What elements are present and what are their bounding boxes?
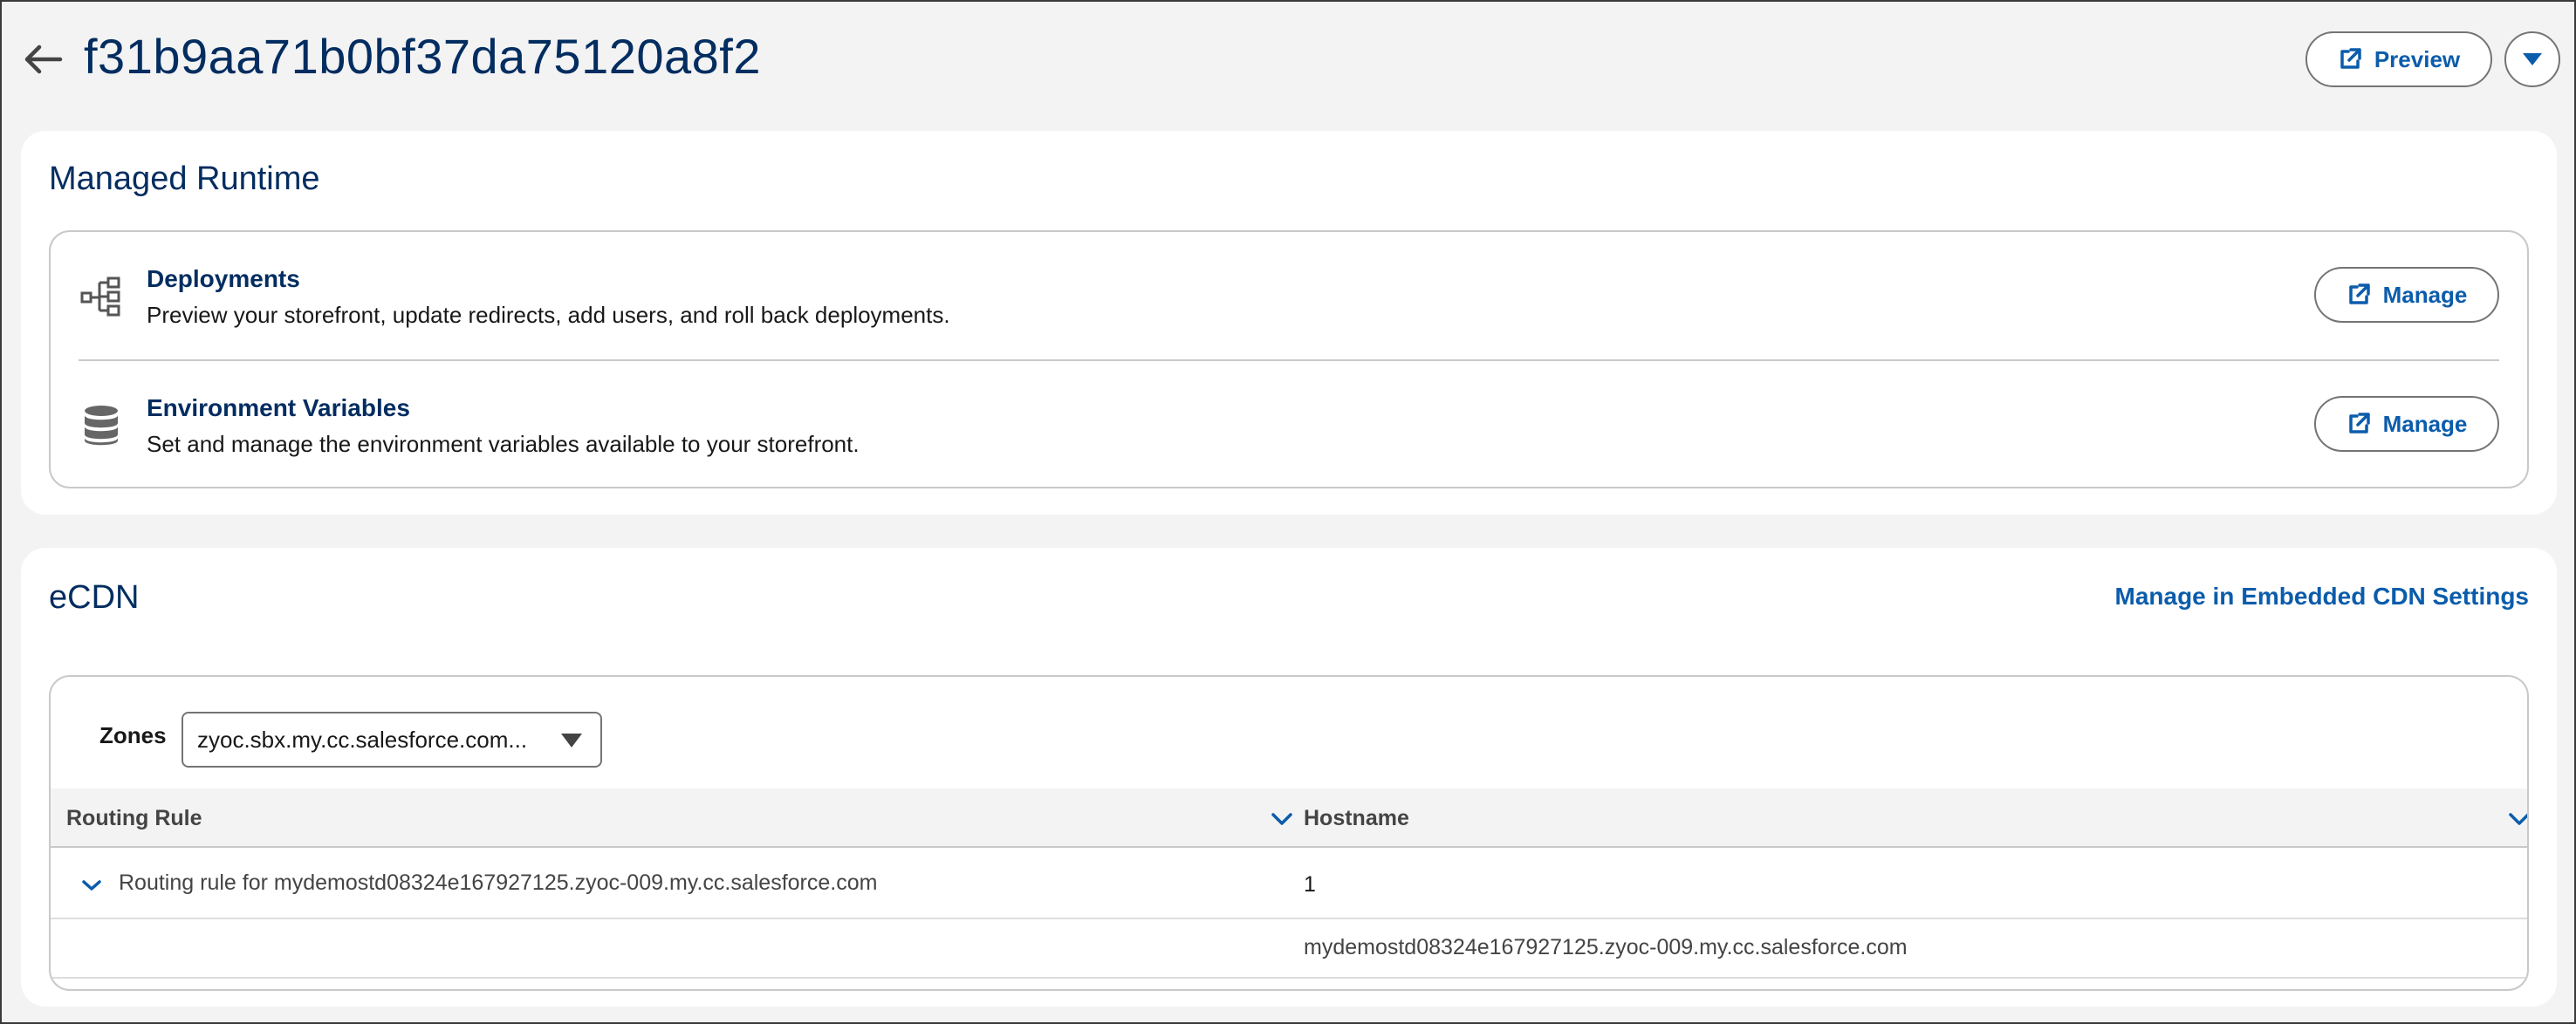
env-vars-description: Set and manage the environment variables…: [147, 431, 860, 457]
hostname-column-menu-icon[interactable]: [2504, 804, 2527, 834]
external-link-icon: [2348, 283, 2370, 304]
external-link-icon: [2340, 48, 2361, 69]
managed-runtime-card: Managed Runtime Deployments Preview your…: [21, 131, 2557, 515]
page-title: f31b9aa71b0bf37da75120a8f2: [84, 29, 761, 84]
deployments-manage-button[interactable]: Manage: [2314, 267, 2499, 323]
chevron-down-icon[interactable]: [77, 870, 106, 900]
zones-select[interactable]: zyoc.sbx.my.cc.salesforce.com...: [182, 712, 602, 768]
manage-button-label: Manage: [2382, 281, 2468, 308]
deployments-title: Deployments: [147, 265, 300, 292]
table-row: mydemostd08324e167927125.zyoc-009.my.cc.…: [51, 921, 2527, 979]
environment-variables-row: Environment Variables Set and manage the…: [51, 361, 2527, 488]
zones-selected-value: zyoc.sbx.my.cc.salesforce.com...: [197, 726, 528, 753]
preview-button[interactable]: Preview: [2305, 31, 2492, 87]
table-header: Routing Rule Hostname: [51, 788, 2527, 848]
table-row: Routing rule for mydemostd08324e16792712…: [51, 850, 2527, 919]
env-vars-manage-button[interactable]: Manage: [2314, 396, 2499, 452]
env-vars-title: Environment Variables: [147, 394, 410, 421]
hierarchy-icon: [77, 272, 126, 321]
managed-runtime-title: Managed Runtime: [49, 160, 320, 197]
runtime-list: Deployments Preview your storefront, upd…: [49, 230, 2529, 488]
ecdn-zones-panel: Zones zyoc.sbx.my.cc.salesforce.com... R…: [49, 675, 2529, 991]
deployments-row: Deployments Preview your storefront, upd…: [51, 232, 2527, 359]
database-icon: [77, 401, 126, 450]
hostname-cell: 1: [1304, 872, 1316, 897]
deployments-description: Preview your storefront, update redirect…: [147, 302, 950, 328]
preview-button-label: Preview: [2374, 45, 2461, 72]
caret-down-icon: [561, 734, 582, 748]
more-actions-button[interactable]: [2504, 31, 2560, 87]
back-arrow-icon[interactable]: [17, 35, 66, 84]
column-header-hostname: Hostname: [1304, 806, 1409, 830]
manage-button-label: Manage: [2382, 410, 2468, 437]
ecdn-card: eCDN Manage in Embedded CDN Settings Zon…: [21, 548, 2557, 1007]
caret-down-icon: [2523, 53, 2542, 65]
ecdn-title: eCDN: [49, 579, 140, 616]
routing-rule-cell: Routing rule for mydemostd08324e16792712…: [119, 870, 878, 895]
routing-rule-column-menu-icon[interactable]: [1267, 804, 1297, 834]
page-header: f31b9aa71b0bf37da75120a8f2 Preview: [2, 2, 2574, 124]
column-header-routing-rule: Routing Rule: [66, 806, 202, 830]
manage-cdn-settings-link[interactable]: Manage in Embedded CDN Settings: [2115, 583, 2530, 611]
zones-label: Zones: [99, 722, 167, 748]
hostname-cell: mydemostd08324e167927125.zyoc-009.my.cc.…: [1304, 935, 1908, 959]
external-link-icon: [2348, 413, 2370, 433]
